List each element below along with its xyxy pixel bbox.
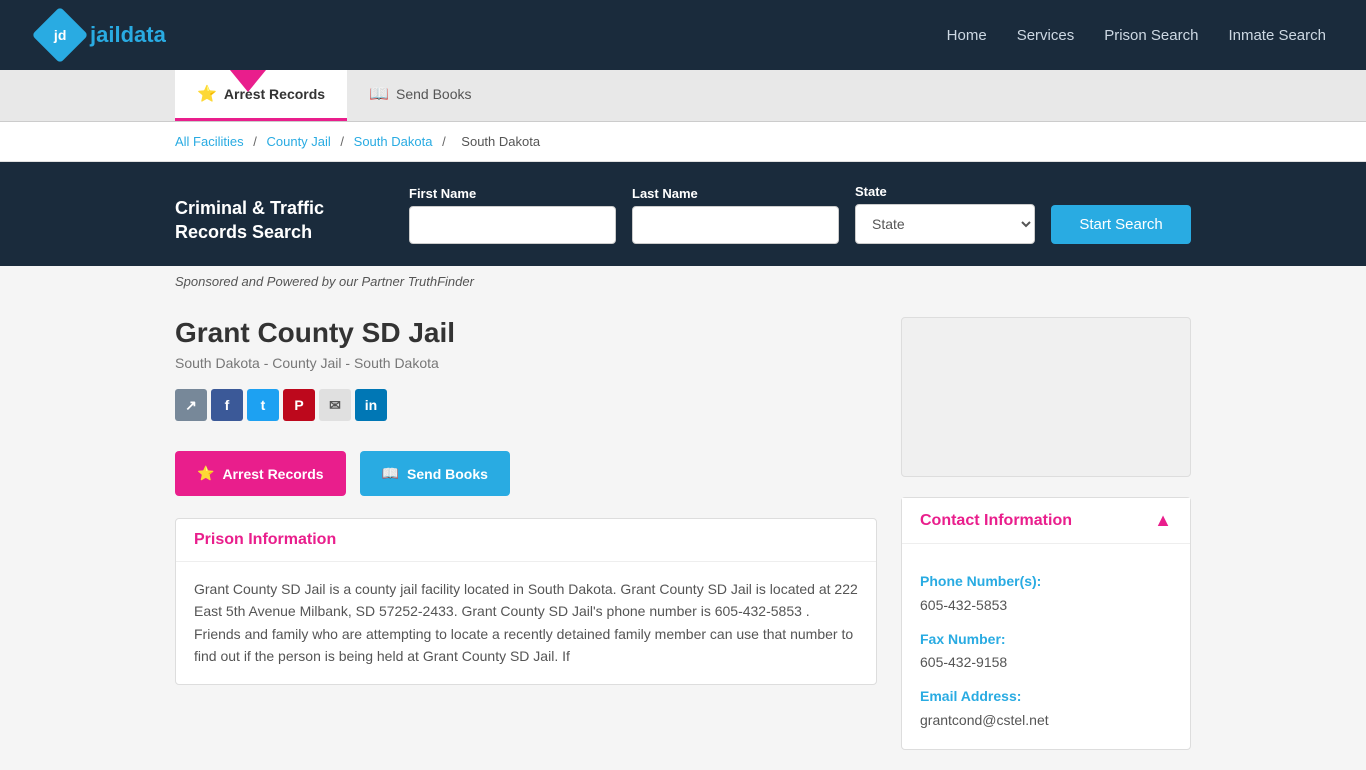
prison-info-header: Prison Information xyxy=(176,519,876,562)
main-content: Grant County SD Jail South Dakota - Coun… xyxy=(0,297,1366,770)
send-books-label: Send Books xyxy=(407,466,488,482)
first-name-input[interactable] xyxy=(409,206,616,244)
contact-card-header: Contact Information ▲ xyxy=(902,498,1190,544)
sponsored-text: Sponsored and Powered by our Partner Tru… xyxy=(0,266,1366,297)
phone-label: Phone Number(s): xyxy=(920,570,1172,594)
email-icon[interactable]: ✉ xyxy=(319,389,351,421)
active-tab-indicator xyxy=(230,70,266,92)
send-books-button[interactable]: 📖 Send Books xyxy=(360,451,510,496)
last-name-label: Last Name xyxy=(632,186,839,201)
prison-info-text: Grant County SD Jail is a county jail fa… xyxy=(194,578,858,668)
first-name-group: First Name xyxy=(409,186,616,244)
breadcrumb-all-facilities[interactable]: All Facilities xyxy=(175,134,244,149)
breadcrumb: All Facilities / County Jail / South Dak… xyxy=(0,122,1366,162)
first-name-label: First Name xyxy=(409,186,616,201)
contact-card-body: Phone Number(s): 605-432-5853 Fax Number… xyxy=(902,544,1190,749)
nav-services[interactable]: Services xyxy=(1017,27,1075,44)
chevron-up-icon[interactable]: ▲ xyxy=(1154,510,1172,531)
nav-inmate-search[interactable]: Inmate Search xyxy=(1228,27,1326,44)
start-search-button[interactable]: Start Search xyxy=(1051,205,1191,244)
prison-info-card: Prison Information Grant County SD Jail … xyxy=(175,518,877,685)
phone-value: 605-432-5853 xyxy=(920,594,1172,618)
share-icon[interactable]: ↗ xyxy=(175,389,207,421)
content-right: Contact Information ▲ Phone Number(s): 6… xyxy=(901,317,1191,750)
fax-label: Fax Number: xyxy=(920,628,1172,652)
action-buttons: ⭐ Arrest Records 📖 Send Books xyxy=(175,451,877,496)
breadcrumb-current: South Dakota xyxy=(461,134,540,149)
tab-send-books-label: Send Books xyxy=(396,86,472,102)
prison-info-body: Grant County SD Jail is a county jail fa… xyxy=(176,562,876,684)
star-icon: ⭐ xyxy=(197,84,217,104)
ad-placeholder xyxy=(901,317,1191,477)
state-label: State xyxy=(855,184,1035,199)
breadcrumb-sep-1: / xyxy=(253,134,260,149)
state-select[interactable]: State Alabama Alaska Arizona Arkansas Ca… xyxy=(855,204,1035,244)
logo-area[interactable]: jd jaildata xyxy=(40,15,166,55)
facility-subtitle: South Dakota - County Jail - South Dakot… xyxy=(175,355,877,371)
breadcrumb-south-dakota[interactable]: South Dakota xyxy=(354,134,433,149)
twitter-icon[interactable]: t xyxy=(247,389,279,421)
email-address-value: grantcond@cstel.net xyxy=(920,709,1172,733)
logo-diamond-icon: jd xyxy=(32,7,89,64)
breadcrumb-county-jail[interactable]: County Jail xyxy=(266,134,330,149)
navbar: jd jaildata Home Services Prison Search … xyxy=(0,0,1366,70)
arrest-star-icon: ⭐ xyxy=(197,465,214,482)
search-fields: First Name Last Name State State Alabama… xyxy=(409,184,1191,244)
nav-prison-search[interactable]: Prison Search xyxy=(1104,27,1198,44)
search-title: Criminal & Traffic Records Search xyxy=(175,197,389,244)
nav-links: Home Services Prison Search Inmate Searc… xyxy=(947,27,1326,44)
social-icons: ↗ f t P ✉ in xyxy=(175,389,877,421)
pinterest-icon[interactable]: P xyxy=(283,389,315,421)
send-books-book-icon: 📖 xyxy=(382,465,399,482)
contact-card: Contact Information ▲ Phone Number(s): 6… xyxy=(901,497,1191,750)
email-address-label: Email Address: xyxy=(920,685,1172,709)
breadcrumb-sep-2: / xyxy=(340,134,347,149)
facebook-icon[interactable]: f xyxy=(211,389,243,421)
sub-nav: ⭐ Arrest Records 📖 Send Books xyxy=(0,70,1366,122)
state-group: State State Alabama Alaska Arizona Arkan… xyxy=(855,184,1035,244)
contact-title: Contact Information xyxy=(920,512,1072,530)
last-name-input[interactable] xyxy=(632,206,839,244)
prison-info-title: Prison Information xyxy=(194,531,858,549)
logo-text: jaildata xyxy=(90,22,166,48)
nav-home[interactable]: Home xyxy=(947,27,987,44)
arrest-records-label: Arrest Records xyxy=(222,466,323,482)
breadcrumb-sep-3: / xyxy=(442,134,449,149)
tab-send-books[interactable]: 📖 Send Books xyxy=(347,70,493,121)
logo-initials: jd xyxy=(54,27,66,43)
linkedin-icon[interactable]: in xyxy=(355,389,387,421)
facility-title: Grant County SD Jail xyxy=(175,317,877,349)
content-left: Grant County SD Jail South Dakota - Coun… xyxy=(175,317,877,750)
sponsored-label: Sponsored and Powered by our Partner Tru… xyxy=(175,274,474,289)
fax-value: 605-432-9158 xyxy=(920,651,1172,675)
search-section: Criminal & Traffic Records Search First … xyxy=(0,162,1366,266)
last-name-group: Last Name xyxy=(632,186,839,244)
arrest-records-button[interactable]: ⭐ Arrest Records xyxy=(175,451,346,496)
book-icon: 📖 xyxy=(369,84,389,104)
